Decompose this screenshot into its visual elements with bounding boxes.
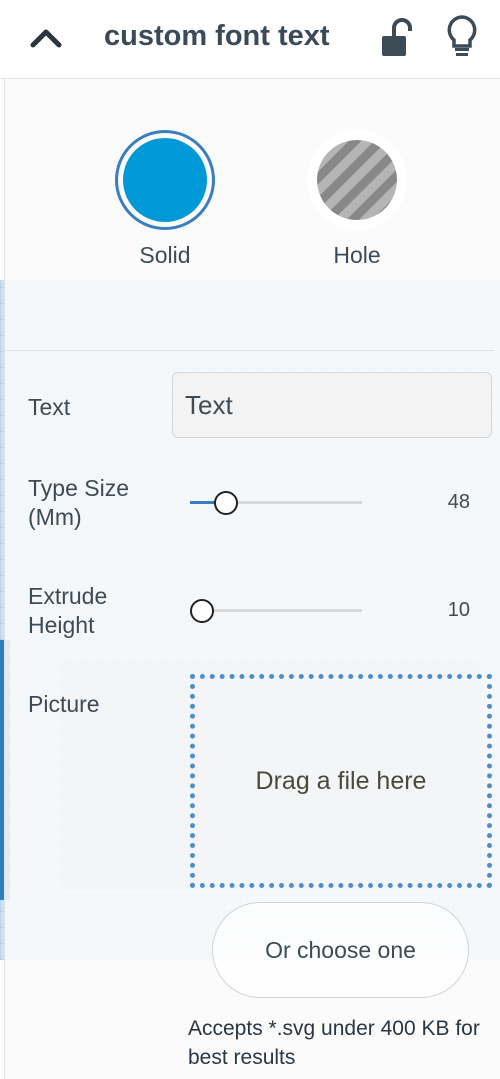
collapse-button[interactable] [24, 18, 68, 58]
text-label: Text [28, 394, 71, 420]
lock-button[interactable] [378, 18, 414, 58]
type-size-label: Type Size (Mm) [28, 475, 129, 530]
chevron-up-icon [30, 29, 62, 48]
hole-swatch [317, 140, 397, 220]
accepts-note: Accepts *.svg under 400 KB for best resu… [188, 1017, 480, 1069]
extrude-height-value: 10 [447, 599, 470, 621]
dropzone-text: Drag a file here [255, 766, 427, 795]
hole-swatch-ring [307, 130, 407, 230]
unlocked-icon [382, 18, 412, 56]
inspector-header: custom font text [0, 0, 500, 79]
type-size-slider-handle[interactable] [214, 491, 238, 515]
shape-title: custom font text [104, 20, 330, 52]
extrude-height-slider-track[interactable] [190, 609, 362, 612]
text-input[interactable] [172, 372, 492, 438]
type-size-slider-fill [190, 501, 216, 504]
extrude-height-label: Extrude Height [28, 583, 108, 638]
solid-option[interactable]: Solid [110, 130, 220, 269]
extrude-height-slider-handle[interactable] [190, 599, 214, 623]
hole-label: Hole [333, 242, 381, 268]
divider [4, 350, 494, 351]
solid-swatch-ring [115, 130, 215, 230]
choose-file-button[interactable]: Or choose one [212, 902, 469, 998]
file-dropzone[interactable]: Drag a file here [190, 674, 492, 888]
picture-label: Picture [28, 691, 100, 717]
solid-swatch [123, 138, 207, 222]
hint-button[interactable] [444, 14, 480, 58]
hole-option[interactable]: Hole [302, 130, 412, 269]
lightbulb-icon [447, 15, 477, 56]
type-size-value: 48 [447, 491, 470, 513]
solid-label: Solid [139, 242, 191, 268]
